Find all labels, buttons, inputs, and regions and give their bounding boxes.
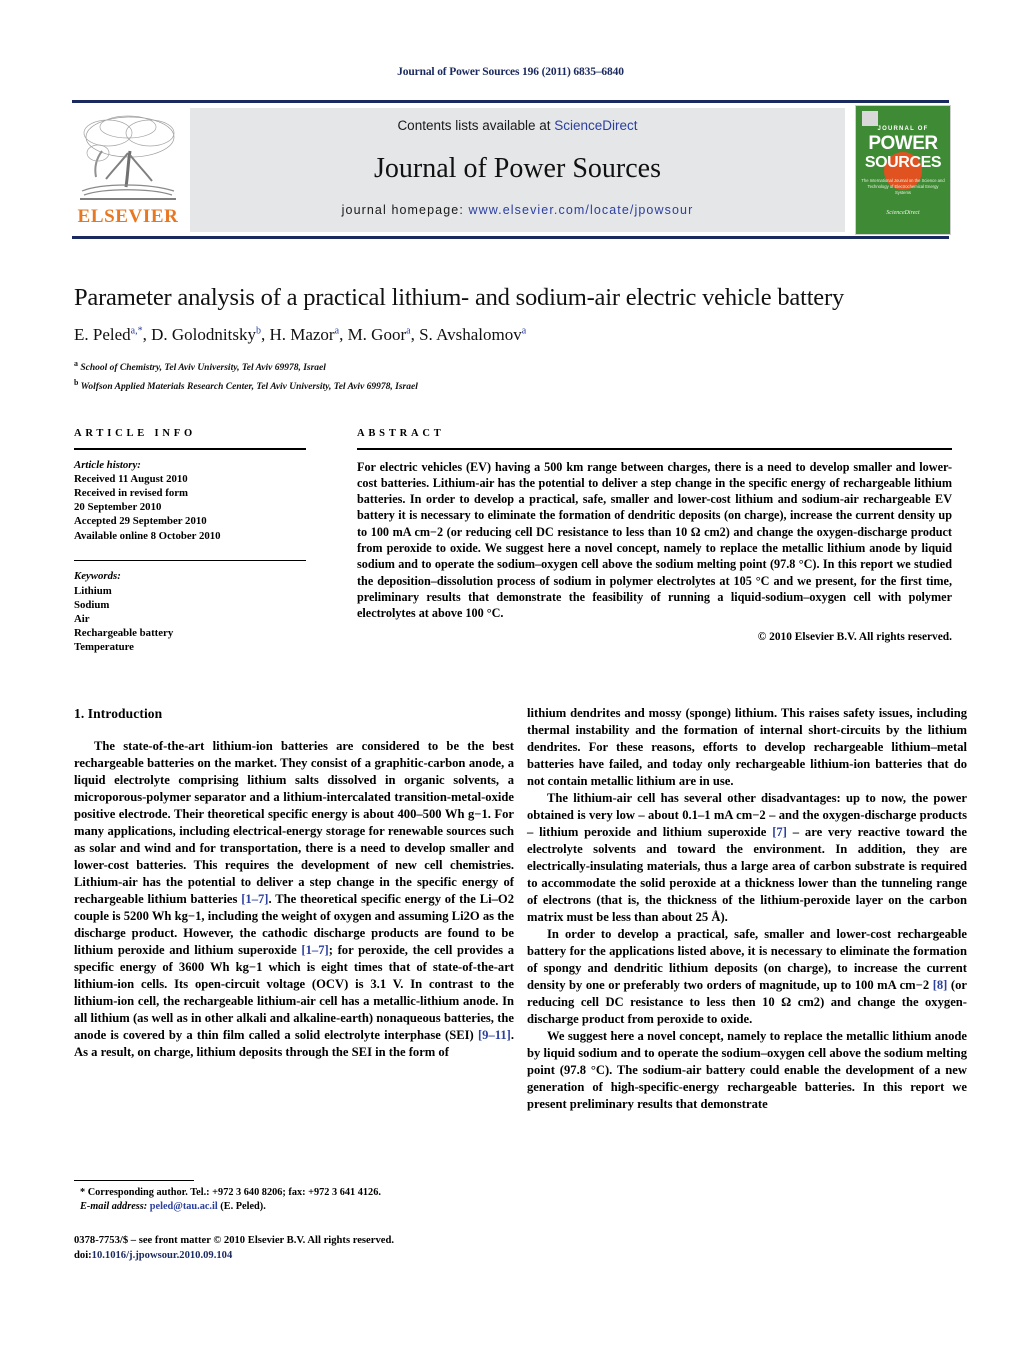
- masthead-bottom-rule: [72, 236, 949, 239]
- email-link[interactable]: peled@tau.ac.il: [150, 1201, 218, 1212]
- abstract-copyright: © 2010 Elsevier B.V. All rights reserved…: [757, 630, 952, 643]
- issn-line: 0378-7753/$ – see front matter © 2010 El…: [74, 1235, 394, 1246]
- history-item: Received in revised form: [74, 487, 189, 499]
- cover-line-sources: SOURCES: [864, 154, 942, 171]
- running-head: Journal of Power Sources 196 (2011) 6835…: [397, 66, 624, 78]
- keyword-item: Sodium: [74, 598, 110, 611]
- article-info-heading: ARTICLE INFO: [74, 428, 196, 439]
- keywords-divider: [74, 559, 306, 562]
- contents-prefix: Contents lists available at: [397, 118, 555, 133]
- cover-logo-badge: [862, 111, 878, 126]
- history-item: Accepted 29 September 2010: [74, 515, 207, 528]
- abstract-block: ABSTRACT For electric vehicles (EV) havi…: [357, 428, 952, 643]
- abstract-heading: ABSTRACT: [357, 428, 445, 439]
- sciencedirect-link[interactable]: ScienceDirect: [554, 118, 637, 133]
- citation-ref-9-11[interactable]: [9–11]: [478, 1028, 511, 1042]
- abstract-text: For electric vehicles (EV) having a 500 …: [357, 459, 952, 621]
- paragraph-right-2: The lithium-air cell has several other d…: [527, 790, 967, 926]
- issn-block: 0378-7753/$ – see front matter © 2010 El…: [74, 1234, 514, 1263]
- article-info-block: ARTICLE INFO Article history: Received 1…: [74, 428, 306, 655]
- citation-ref-8[interactable]: [8]: [933, 978, 948, 992]
- journal-title: Journal of Power Sources: [374, 153, 661, 184]
- citation-ref-1-7-a[interactable]: [1–7]: [241, 892, 268, 906]
- footnote-rule: [74, 1180, 194, 1182]
- keyword-item: Air: [74, 613, 90, 626]
- article-history-label: Article history:: [74, 458, 141, 471]
- keywords-label: Keywords:: [74, 570, 121, 583]
- paragraph-right-3-part-a: In order to develop a practical, safe, s…: [527, 927, 967, 992]
- keywords-block: Keywords: Lithium Sodium Air Rechargeabl…: [74, 569, 306, 654]
- footnote-block: * Corresponding author. Tel.: +972 3 640…: [80, 1186, 510, 1214]
- citation-ref-7[interactable]: [7]: [772, 825, 787, 839]
- article-page: Journal of Power Sources 196 (2011) 6835…: [0, 0, 1021, 1351]
- email-note: E-mail address: peled@tau.ac.il (E. Pele…: [80, 1200, 510, 1214]
- affiliation-a: a School of Chemistry, Tel Aviv Universi…: [74, 359, 326, 374]
- journal-cover-thumbnail: JOURNAL OF POWER SOURCES The Internation…: [855, 105, 951, 235]
- history-item: Available online 8 October 2010: [74, 529, 221, 542]
- masthead-top-rule: [72, 100, 949, 103]
- paragraph-right-1: lithium dendrites and mossy (sponge) lit…: [527, 706, 967, 788]
- journal-homepage-link[interactable]: www.elsevier.com/locate/jpowsour: [468, 203, 693, 217]
- abstract-divider: [357, 448, 952, 450]
- page-title: Parameter analysis of a practical lithiu…: [74, 284, 844, 311]
- homepage-line: journal homepage: www.elsevier.com/locat…: [190, 203, 845, 217]
- body-column-left: 1. Introduction The state-of-the-art lit…: [74, 705, 514, 1061]
- citation-ref-1-7-b[interactable]: [1–7]: [301, 943, 328, 957]
- history-item: Received 11 August 2010: [74, 472, 188, 485]
- author-list: E. Peleda,*, D. Golodnitskyb, H. Mazora,…: [74, 325, 527, 344]
- body-column-right: lithium dendrites and mossy (sponge) lit…: [527, 705, 967, 1113]
- paragraph-right-2-part-b: – are very reactive toward the electroly…: [527, 825, 967, 924]
- cover-line-power: POWER: [868, 133, 938, 154]
- elsevier-wordmark: ELSEVIER: [77, 206, 179, 227]
- elsevier-tree-icon: [78, 111, 178, 203]
- paragraph-left-1-part-c: ; for peroxide, the cell provides a spec…: [74, 943, 514, 1042]
- affiliation-b-text: Wolfson Applied Materials Research Cente…: [80, 381, 418, 392]
- cover-line-journal-of: JOURNAL OF: [877, 126, 929, 132]
- sciencedirect-band: Contents lists available at ScienceDirec…: [190, 108, 845, 232]
- section-heading-introduction: 1. Introduction: [74, 706, 163, 721]
- paragraph-right-4: We suggest here a novel concept, namely …: [527, 1029, 967, 1111]
- doi-line: doi:10.1016/j.jpowsour.2010.09.104: [74, 1249, 514, 1264]
- affiliation-b: b Wolfson Applied Materials Research Cen…: [74, 377, 418, 392]
- affiliation-a-text: School of Chemistry, Tel Aviv University…: [80, 363, 326, 374]
- contents-line: Contents lists available at ScienceDirec…: [190, 118, 845, 133]
- corresponding-author-note: * Corresponding author. Tel.: +972 3 640…: [80, 1187, 381, 1198]
- affiliations: a School of Chemistry, Tel Aviv Universi…: [74, 357, 954, 394]
- keyword-item: Temperature: [74, 641, 134, 654]
- journal-masthead: ELSEVIER Contents lists available at Sci…: [72, 105, 951, 235]
- email-suffix: (E. Peled).: [217, 1201, 266, 1212]
- keyword-item: Rechargeable battery: [74, 627, 174, 640]
- history-item: 20 September 2010: [74, 501, 162, 514]
- article-history: Article history: Received 11 August 2010…: [74, 458, 306, 543]
- paragraph-right-3: In order to develop a practical, safe, s…: [527, 926, 967, 1028]
- email-label: E-mail address:: [80, 1201, 148, 1212]
- cover-footer-mark: ScienceDirect: [886, 210, 920, 216]
- doi-label: doi:: [74, 1249, 92, 1261]
- cover-blurb: The International Journal on the Science…: [861, 178, 945, 195]
- doi-link[interactable]: 10.1016/j.jpowsour.2010.09.104: [92, 1250, 233, 1261]
- homepage-prefix: journal homepage:: [341, 203, 469, 217]
- paragraph-left-1: The state-of-the-art lithium-ion batteri…: [74, 738, 514, 1061]
- paragraph-left-1-part-a: The state-of-the-art lithium-ion batteri…: [74, 739, 514, 906]
- keyword-item: Lithium: [74, 584, 112, 597]
- article-info-divider: [74, 448, 306, 450]
- elsevier-logo: ELSEVIER: [72, 107, 184, 233]
